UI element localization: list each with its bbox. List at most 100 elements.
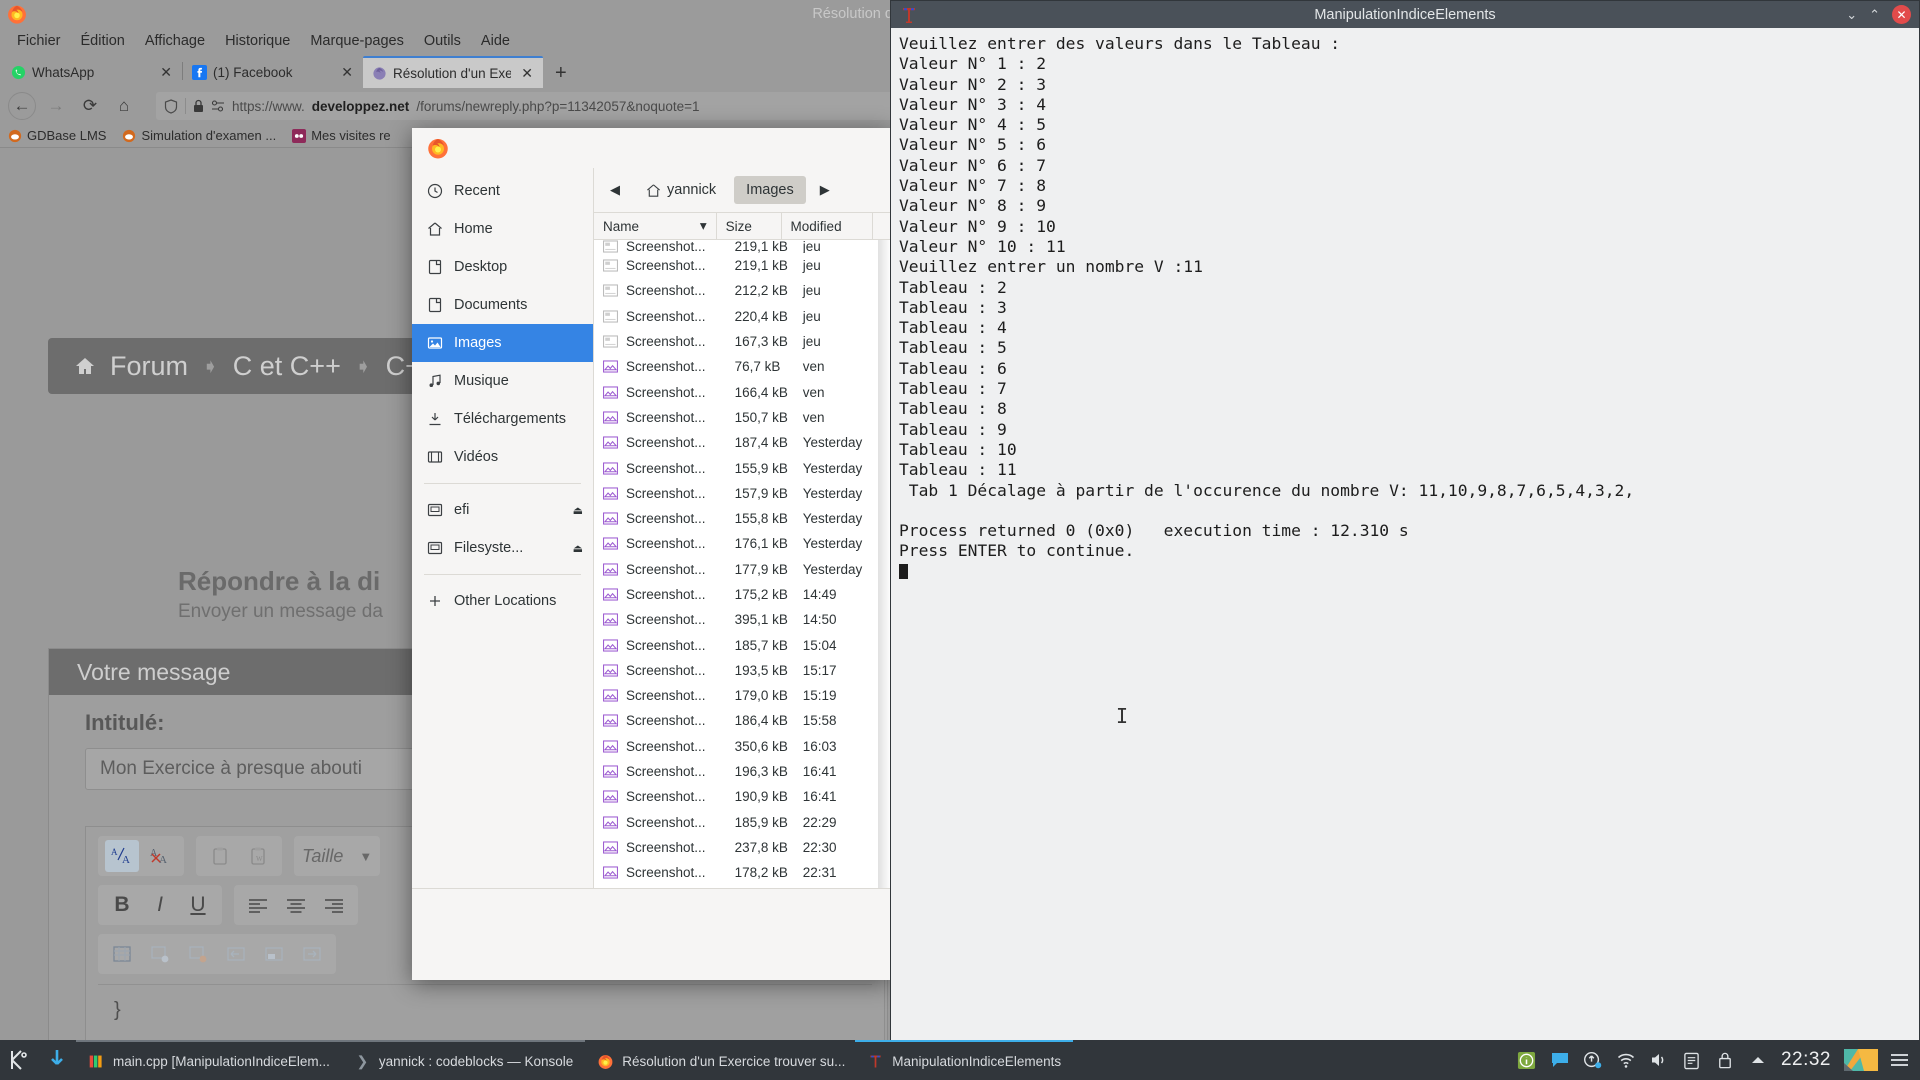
eject-icon[interactable]: ⏏ [573, 542, 583, 555]
download-arrow-icon[interactable] [38, 1049, 76, 1071]
shield-icon[interactable] [164, 98, 178, 114]
menu-edition[interactable]: Édition [72, 31, 134, 51]
close-icon[interactable]: ✕ [337, 64, 357, 81]
table-row[interactable]: Screenshot... 177,9 kB Yesterday [594, 557, 891, 582]
menu-affichage[interactable]: Affichage [136, 31, 214, 51]
menu-marque-pages[interactable]: Marque-pages [301, 31, 413, 51]
menu-fichier[interactable]: Fichier [8, 31, 70, 51]
bookmark-simulation-examen[interactable]: Simulation d'examen ... [122, 128, 276, 143]
paste-word-icon[interactable]: W [241, 840, 275, 872]
volume-icon[interactable] [1649, 1050, 1669, 1070]
reload-icon[interactable]: ⟳ [76, 92, 104, 120]
table-row[interactable]: Screenshot... 219,1 kB jeu [594, 253, 891, 278]
menu-aide[interactable]: Aide [472, 31, 519, 51]
eject-icon[interactable]: ⏏ [573, 504, 583, 517]
table-row[interactable]: Screenshot... 157,9 kB Yesterday [594, 481, 891, 506]
format-font-icon[interactable]: A A [105, 840, 139, 872]
minimize-icon[interactable]: ⌄ [1846, 7, 1857, 23]
back-icon[interactable]: ← [8, 92, 36, 120]
tab-whatsapp[interactable]: WhatsApp ✕ [2, 56, 182, 88]
task-main-cpp[interactable]: main.cpp [ManipulationIndiceElem... [76, 1040, 342, 1080]
table-row[interactable]: Screenshot... 175,2 kB 14:49 [594, 582, 891, 607]
close-icon[interactable]: ✕ [156, 64, 176, 81]
permissions-icon[interactable] [211, 100, 225, 112]
close-icon[interactable]: ✕ [517, 65, 537, 82]
sidebar-item-videos[interactable]: Vidéos [412, 438, 593, 476]
align-left-icon[interactable] [241, 889, 275, 921]
chat-icon[interactable] [1550, 1050, 1570, 1070]
indent-left-icon[interactable] [219, 938, 253, 970]
bold-icon[interactable]: B [105, 889, 139, 921]
show-hidden-icon[interactable] [1748, 1050, 1768, 1070]
clock[interactable]: 22:32 [1781, 1049, 1831, 1071]
italic-icon[interactable]: I [143, 889, 177, 921]
table-row[interactable]: Screenshot... 219,1 kB jeu [594, 240, 891, 253]
table-row[interactable]: Screenshot... 176,1 kB Yesterday [594, 531, 891, 556]
path-back-icon[interactable]: ◀ [602, 178, 628, 202]
sidebar-item-images[interactable]: Images [412, 324, 593, 362]
new-tab-button[interactable]: + [543, 58, 579, 88]
table-row[interactable]: Screenshot... 185,7 kB 15:04 [594, 632, 891, 657]
table-row[interactable]: Screenshot... 155,9 kB Yesterday [594, 455, 891, 480]
underline-icon[interactable]: U [181, 889, 215, 921]
lock-icon[interactable] [1715, 1050, 1735, 1070]
table-row[interactable]: Screenshot... 220,4 kB jeu [594, 304, 891, 329]
table-row[interactable]: Screenshot... 237,8 kB 22:30 [594, 835, 891, 860]
terminal-output[interactable]: Veuillez entrer des valeurs dans le Tabl… [891, 28, 1919, 1040]
table-row[interactable]: Screenshot... 150,7 kB ven [594, 405, 891, 430]
indent-right-icon[interactable] [295, 938, 329, 970]
path-crumb-yannick[interactable]: yannick [634, 176, 728, 204]
column-header-modified[interactable]: Modified [782, 212, 873, 240]
column-header-size[interactable]: Size [717, 212, 782, 240]
table-icon[interactable] [105, 938, 139, 970]
close-icon[interactable]: ✕ [1892, 5, 1911, 24]
pager-thumbnail[interactable] [1844, 1049, 1878, 1071]
breadcrumb-item-forum[interactable]: Forum [110, 351, 188, 382]
table-row[interactable]: Screenshot... 395,1 kB 14:50 [594, 607, 891, 632]
table-row[interactable]: Screenshot... 155,8 kB Yesterday [594, 506, 891, 531]
lock-icon[interactable] [193, 99, 204, 113]
table-row[interactable]: Screenshot... 186,4 kB 15:58 [594, 708, 891, 733]
align-right-icon[interactable] [317, 889, 351, 921]
chevron-down-icon[interactable]: ▼ [359, 849, 372, 864]
task-firefox[interactable]: Résolution d'un Exercice trouver su... [585, 1040, 855, 1080]
bookmark-gdbase-lms[interactable]: GDBase LMS [8, 128, 106, 143]
sidebar-item-telechargements[interactable]: Téléchargements [412, 400, 593, 438]
sidebar-item-documents[interactable]: Documents [412, 286, 593, 324]
table-row[interactable]: Screenshot... 178,2 kB 22:31 [594, 860, 891, 885]
clear-format-icon[interactable]: A A [143, 840, 177, 872]
sidebar-item-musique[interactable]: Musique [412, 362, 593, 400]
table-row[interactable]: Screenshot... 179,0 kB 15:19 [594, 683, 891, 708]
table-row[interactable]: Screenshot... 167,3 kB jeu [594, 329, 891, 354]
tab-facebook[interactable]: (1) Facebook ✕ [183, 56, 363, 88]
table-row[interactable]: Screenshot... 190,9 kB 16:41 [594, 784, 891, 809]
file-list[interactable]: Screenshot... 219,1 kB jeu Screenshot... 219… [594, 240, 891, 888]
sidebar-item-filesystem[interactable]: Filesyste... ⏏ [412, 529, 593, 567]
table-row[interactable]: Screenshot... 76,7 kB ven [594, 354, 891, 379]
table-row[interactable]: Screenshot... 193,5 kB 15:17 [594, 658, 891, 683]
menu-historique[interactable]: Historique [216, 31, 299, 51]
sidebar-item-other-locations[interactable]: Other Locations [412, 582, 593, 620]
menu-outils[interactable]: Outils [415, 31, 470, 51]
sidebar-item-home[interactable]: Home [412, 210, 593, 248]
size-select[interactable]: Taille ▼ [294, 836, 381, 876]
wifi-icon[interactable] [1616, 1050, 1636, 1070]
table-row[interactable]: symboles-a...62,5 kB30 déc 2019 [594, 885, 891, 888]
maximize-icon[interactable]: ⌃ [1869, 7, 1880, 23]
sidebar-item-efi[interactable]: efi ⏏ [412, 491, 593, 529]
column-header-name[interactable]: Name ▾ [594, 212, 717, 240]
bookmark-mes-visites[interactable]: Mes visites re [292, 128, 391, 143]
table-row[interactable]: Screenshot... 350,6 kB 16:03 [594, 734, 891, 759]
task-konsole[interactable]: ❯ yannick : codeblocks — Konsole [341, 1040, 586, 1080]
hamburger-icon[interactable] [1891, 1054, 1908, 1066]
table-row[interactable]: Screenshot... 212,2 kB jeu [594, 278, 891, 303]
table-row[interactable]: Screenshot... 166,4 kB ven [594, 379, 891, 404]
sidebar-item-recent[interactable]: Recent [412, 172, 593, 210]
table-row[interactable]: Screenshot... 185,9 kB 22:29 [594, 810, 891, 835]
forward-icon[interactable]: → [42, 92, 70, 120]
table-row[interactable]: Screenshot... 187,4 kB Yesterday [594, 430, 891, 455]
home-icon[interactable] [74, 356, 96, 376]
path-crumb-images[interactable]: Images [734, 176, 806, 204]
sidebar-item-desktop[interactable]: Desktop [412, 248, 593, 286]
paste-icon[interactable] [203, 840, 237, 872]
